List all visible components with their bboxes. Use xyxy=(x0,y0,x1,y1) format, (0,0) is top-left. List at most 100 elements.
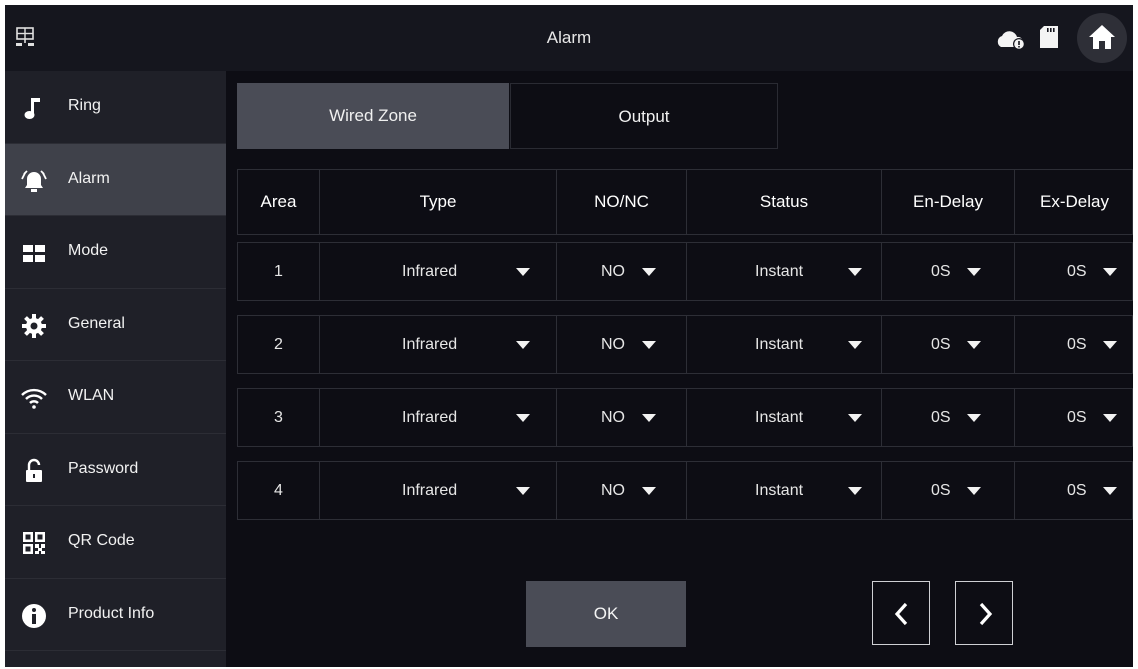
chevron-down-icon xyxy=(967,268,981,276)
sidebar-item-product-info[interactable]: Product Info xyxy=(5,579,226,651)
cloud-icon xyxy=(997,31,1025,50)
chevron-down-icon xyxy=(642,414,656,422)
table-row: 4 Infrared NO Instant 0S 0S xyxy=(237,461,1133,520)
sidebar-item-general[interactable]: General xyxy=(5,289,226,361)
chevron-down-icon xyxy=(1103,268,1117,276)
nonc-dropdown[interactable]: NO xyxy=(557,316,687,373)
app-frame: Alarm Ring Alarm Mode General WLAN Passw… xyxy=(5,5,1133,667)
sidebar-item-qr-code[interactable]: QR Code xyxy=(5,506,226,579)
chevron-down-icon xyxy=(642,341,656,349)
chevron-down-icon xyxy=(848,341,862,349)
en-delay-dropdown[interactable]: 0S xyxy=(882,243,1015,300)
type-dropdown[interactable]: Infrared xyxy=(320,389,557,446)
header-nonc: NO/NC xyxy=(557,170,687,234)
sidebar-item-alarm[interactable]: Alarm xyxy=(5,143,226,216)
home-button[interactable] xyxy=(1077,13,1127,63)
lock-icon xyxy=(26,458,42,482)
type-value: Infrared xyxy=(402,263,458,280)
sidebar-item-label: QR Code xyxy=(68,532,135,549)
chevron-down-icon xyxy=(967,487,981,495)
home-icon xyxy=(1089,25,1115,49)
en-delay-dropdown[interactable]: 0S xyxy=(882,462,1015,519)
chevron-left-icon xyxy=(894,602,908,626)
area-cell: 1 xyxy=(238,243,320,300)
en-delay-value: 0S xyxy=(931,263,951,280)
nonc-value: NO xyxy=(601,409,625,426)
status-value: Instant xyxy=(755,263,804,280)
chevron-down-icon xyxy=(516,268,530,276)
table-row: 1 Infrared NO Instant 0S 0S xyxy=(237,242,1133,301)
ex-delay-value: 0S xyxy=(1067,336,1087,353)
sidebar-item-mode[interactable]: Mode xyxy=(5,216,226,289)
sidebar-item-password[interactable]: Password xyxy=(5,434,226,506)
nonc-value: NO xyxy=(601,263,625,280)
status-dropdown[interactable]: Instant xyxy=(687,389,882,446)
nonc-dropdown[interactable]: NO xyxy=(557,389,687,446)
area-cell: 2 xyxy=(238,316,320,373)
chevron-down-icon xyxy=(848,414,862,422)
chevron-down-icon xyxy=(516,341,530,349)
table-row: 3 Infrared NO Instant 0S 0S xyxy=(237,388,1133,447)
ex-delay-value: 0S xyxy=(1067,409,1087,426)
sidebar-item-label: Ring xyxy=(68,97,101,114)
previous-page-button[interactable] xyxy=(872,581,930,645)
chevron-down-icon xyxy=(1103,414,1117,422)
gear-icon xyxy=(22,313,46,338)
ex-delay-dropdown[interactable]: 0S xyxy=(1015,462,1133,519)
area-cell: 3 xyxy=(238,389,320,446)
type-dropdown[interactable]: Infrared xyxy=(320,462,557,519)
top-bar: Alarm xyxy=(5,5,1133,71)
qr-code-icon xyxy=(23,532,45,554)
type-dropdown[interactable]: Infrared xyxy=(320,316,557,373)
chevron-down-icon xyxy=(848,268,862,276)
nonc-value: NO xyxy=(601,336,625,353)
ex-delay-dropdown[interactable]: 0S xyxy=(1015,316,1133,373)
sidebar-item-label: Mode xyxy=(68,242,109,259)
en-delay-value: 0S xyxy=(931,409,951,426)
table-row: 2 Infrared NO Instant 0S 0S xyxy=(237,315,1133,374)
sidebar-item-label: General xyxy=(68,314,125,332)
header-en-delay: En-Delay xyxy=(882,170,1015,234)
chevron-down-icon xyxy=(967,341,981,349)
status-dropdown[interactable]: Instant xyxy=(687,243,882,300)
ok-button[interactable]: OK xyxy=(526,581,686,647)
chevron-down-icon xyxy=(1103,487,1117,495)
sidebar-item-label: Password xyxy=(68,459,139,477)
sidebar-item-ring[interactable]: Ring xyxy=(5,71,226,144)
next-page-button[interactable] xyxy=(955,581,1013,645)
chevron-down-icon xyxy=(516,487,530,495)
area-cell: 4 xyxy=(238,462,320,519)
header-type: Type xyxy=(320,170,557,234)
sidebar: Ring Alarm Mode General WLAN Password QR… xyxy=(5,71,226,667)
en-delay-dropdown[interactable]: 0S xyxy=(882,389,1015,446)
nonc-dropdown[interactable]: NO xyxy=(557,243,687,300)
header-area: Area xyxy=(238,170,320,234)
en-delay-value: 0S xyxy=(931,336,951,353)
nonc-dropdown[interactable]: NO xyxy=(557,462,687,519)
type-value: Infrared xyxy=(402,482,458,499)
status-value: Instant xyxy=(755,409,804,426)
sidebar-item-wlan[interactable]: WLAN xyxy=(5,361,226,434)
status-dropdown[interactable]: Instant xyxy=(687,316,882,373)
page-title: Alarm xyxy=(546,28,592,47)
type-dropdown[interactable]: Infrared xyxy=(320,243,557,300)
music-note-icon xyxy=(24,98,40,119)
chevron-down-icon xyxy=(516,414,530,422)
en-delay-dropdown[interactable]: 0S xyxy=(882,316,1015,373)
ex-delay-dropdown[interactable]: 0S xyxy=(1015,243,1133,300)
ex-delay-value: 0S xyxy=(1067,482,1087,499)
type-value: Infrared xyxy=(402,409,458,426)
status-value: Instant xyxy=(755,482,804,499)
sidebar-item-label: Alarm xyxy=(68,169,110,187)
sidebar-item-label: Product Info xyxy=(68,604,155,622)
ex-delay-dropdown[interactable]: 0S xyxy=(1015,389,1133,446)
chevron-down-icon xyxy=(642,268,656,276)
chevron-down-icon xyxy=(642,487,656,495)
en-delay-value: 0S xyxy=(931,482,951,499)
type-value: Infrared xyxy=(402,336,458,353)
status-dropdown[interactable]: Instant xyxy=(687,462,882,519)
tab-output[interactable]: Output xyxy=(510,83,778,149)
status-value: Instant xyxy=(755,336,804,353)
tab-wired-zone[interactable]: Wired Zone xyxy=(237,83,509,149)
chevron-down-icon xyxy=(848,487,862,495)
